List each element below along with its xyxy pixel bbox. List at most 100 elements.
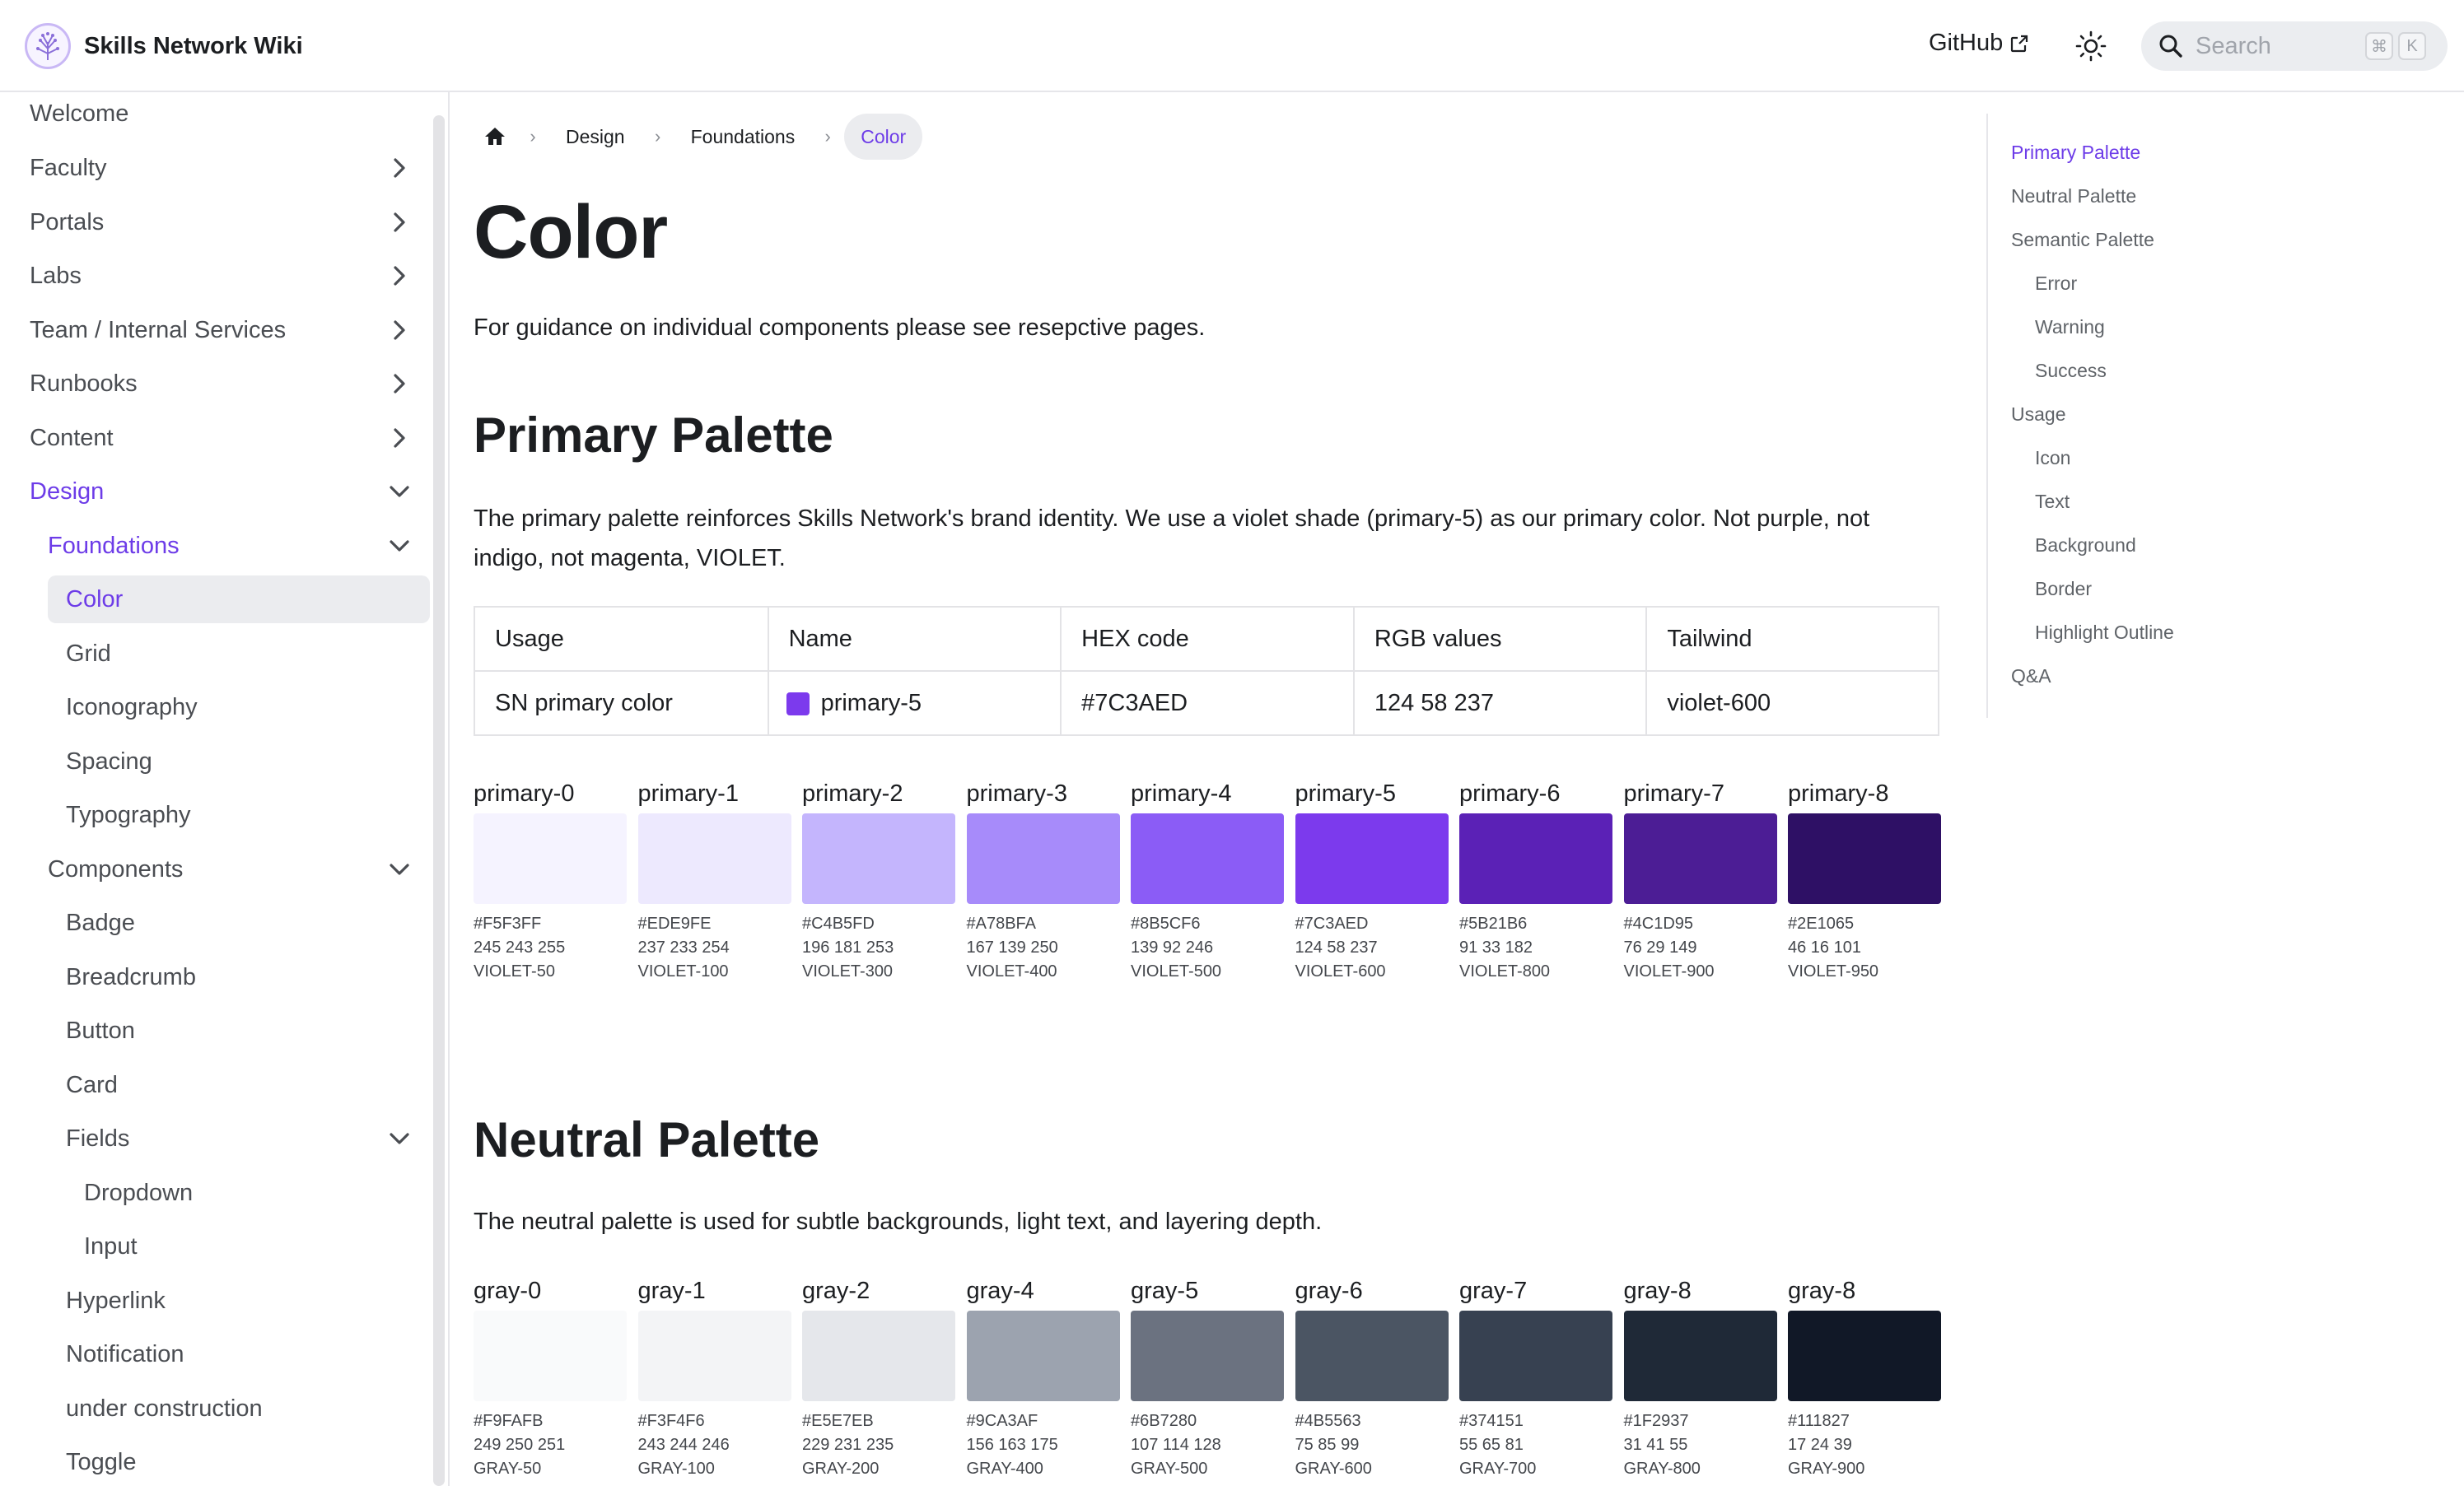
swatch-rgb: 91 33 182 [1459,939,1533,957]
toc-link-neutral-palette[interactable]: Neutral Palette [2011,185,2136,207]
swatch-name: primary-8 [1788,780,1889,807]
sidebar-item-faculty[interactable]: Faculty [12,144,430,192]
sidebar-item-spacing[interactable]: Spacing [12,738,430,785]
neutral-palette-heading: Neutral Palette [474,1112,820,1167]
sidebar-item-label: Labs [30,262,82,289]
sidebar-item-label: Welcome [30,100,129,127]
toc-link-warning[interactable]: Warning [2035,316,2105,338]
swatch-tailwind: VIOLET-100 [637,962,729,981]
sidebar-item-label: Notification [66,1340,184,1367]
sidebar-item-components[interactable]: Components [12,845,430,893]
sidebar-item-content[interactable]: Content [12,414,430,462]
swatch-name: gray-1 [637,1278,706,1304]
swatch-color-box [1131,813,1284,904]
theme-toggle-button[interactable] [2071,26,2111,66]
swatch-hex: #374151 [1459,1412,1524,1430]
toc-link-border[interactable]: Border [2035,578,2092,600]
chevron-down-icon[interactable] [387,479,412,504]
swatch-details: #5B21B6 91 33 182 VIOLET-800 [1459,912,1612,984]
chevron-right-icon[interactable] [387,371,412,396]
toc-link-qa[interactable]: Q&A [2011,665,2051,687]
swatch-rgb: 31 41 55 [1623,1436,1688,1454]
search-box[interactable]: ⌘ K [2141,21,2448,71]
chevron-right-icon[interactable] [387,426,412,450]
color-swatch: gray-8 #1F2937 31 41 55 GRAY-800 [1623,1278,1777,1481]
swatch-name: gray-4 [966,1278,1034,1304]
swatch-details: #F3F4F6 243 244 246 GRAY-100 [638,1409,791,1481]
toc-link-background[interactable]: Background [2035,534,2136,557]
swatch-rgb: 156 163 175 [966,1436,1058,1454]
sidebar-item-labs[interactable]: Labs [12,252,430,300]
toc-link-semantic-palette[interactable]: Semantic Palette [2011,229,2154,251]
chevron-right-icon[interactable] [387,156,412,180]
sidebar-item-portals[interactable]: Portals [12,198,430,246]
color-swatch: gray-2 #E5E7EB 229 231 235 GRAY-200 [802,1278,955,1481]
toc-link-success[interactable]: Success [2035,360,2107,382]
table-cell-rgb: 124 58 237 [1352,670,1648,736]
sidebar-item-label: Portals [30,208,105,235]
sidebar-item-toggle[interactable]: Toggle [12,1438,430,1486]
sidebar-item-fields[interactable]: Fields [12,1115,430,1162]
sidebar-item-notification[interactable]: Notification [12,1330,430,1378]
chevron-down-icon[interactable] [387,857,412,882]
toc-link-text[interactable]: Text [2035,491,2070,513]
breadcrumb-home[interactable] [474,114,516,160]
swatch-name: primary-3 [966,780,1067,807]
swatch-details: #F5F3FF 245 243 255 VIOLET-50 [474,912,627,984]
sidebar-item-label: Hyperlink [66,1287,166,1314]
search-input[interactable] [2196,32,2360,60]
tree-logo-icon [25,23,71,69]
swatch-name: primary-6 [1459,780,1561,807]
sidebar-item-label: Iconography [66,693,198,720]
color-swatch: gray-8 #111827 17 24 39 GRAY-900 [1788,1278,1941,1481]
sidebar-item-dropdown[interactable]: Dropdown [12,1169,430,1217]
chevron-down-icon[interactable] [387,1126,412,1151]
chevron-right-icon[interactable] [387,318,412,342]
sidebar-scrollbar[interactable] [433,115,445,1486]
neutral-swatch-grid: gray-0 #F9FAFB 249 250 251 GRAY-50 gray-1 #F3… [474,1278,1941,1481]
toc-link-icon[interactable]: Icon [2035,447,2070,469]
sidebar-item-color[interactable]: Color [48,575,430,623]
github-link[interactable]: GitHub [1929,30,2029,57]
sidebar-item-grid[interactable]: Grid [12,630,430,678]
breadcrumb-design[interactable]: Design [549,114,642,160]
chevron-right-icon[interactable] [387,210,412,235]
sidebar-item-badge[interactable]: Badge [12,899,430,947]
color-swatch: primary-1 #EDE9FE 237 233 254 VIOLET-100 [637,780,791,984]
sidebar-item-card[interactable]: Card [12,1061,430,1109]
chevron-down-icon[interactable] [387,533,412,558]
sidebar-item-runbooks[interactable]: Runbooks [12,360,430,408]
sidebar-item-label: Grid [66,640,111,667]
swatch-name: gray-8 [1788,1278,1856,1304]
sidebar-item-welcome[interactable]: Welcome [12,92,430,137]
sidebar-item-breadcrumb[interactable]: Breadcrumb [12,953,430,1001]
sidebar-item-label: Toggle [66,1448,137,1475]
toc-link-usage[interactable]: Usage [2011,403,2065,426]
sidebar-item-button[interactable]: Button [12,1007,430,1055]
swatch-name: gray-6 [1295,1278,1363,1304]
toc-link-highlight-outline[interactable]: Highlight Outline [2035,622,2174,644]
sidebar-item-hyperlink[interactable]: Hyperlink [12,1277,430,1325]
site-title: Skills Network Wiki [84,32,303,59]
swatch-tailwind: GRAY-100 [637,1460,715,1478]
page-title: Color [474,190,668,274]
swatch-rgb: 249 250 251 [474,1436,566,1454]
breadcrumb-foundations[interactable]: Foundations [674,114,812,160]
sidebar-item-foundations[interactable]: Foundations [12,522,430,570]
sidebar-item-team-internal-services[interactable]: Team / Internal Services [12,306,430,354]
chevron-right-icon[interactable] [387,263,412,288]
sidebar-item-under-construction[interactable]: under construction [12,1385,430,1432]
sidebar-item-label: Components [48,855,184,883]
sidebar-item-iconography[interactable]: Iconography [12,683,430,731]
sidebar-item-label: Button [66,1017,135,1044]
sidebar-item-typography[interactable]: Typography [12,791,430,839]
primary-swatch-grid: primary-0 #F5F3FF 245 243 255 VIOLET-50 prim… [474,780,1941,984]
swatch-rgb: 245 243 255 [474,939,566,957]
brand-link[interactable]: Skills Network Wiki [25,21,303,71]
sidebar-item-input[interactable]: Input [12,1223,430,1270]
swatch-color-box [1131,1311,1284,1401]
toc-link-error[interactable]: Error [2035,273,2077,295]
sidebar-item-design[interactable]: Design [12,468,430,515]
swatch-rgb: 55 65 81 [1459,1436,1524,1454]
toc-link-primary-palette[interactable]: Primary Palette [2011,142,2140,164]
